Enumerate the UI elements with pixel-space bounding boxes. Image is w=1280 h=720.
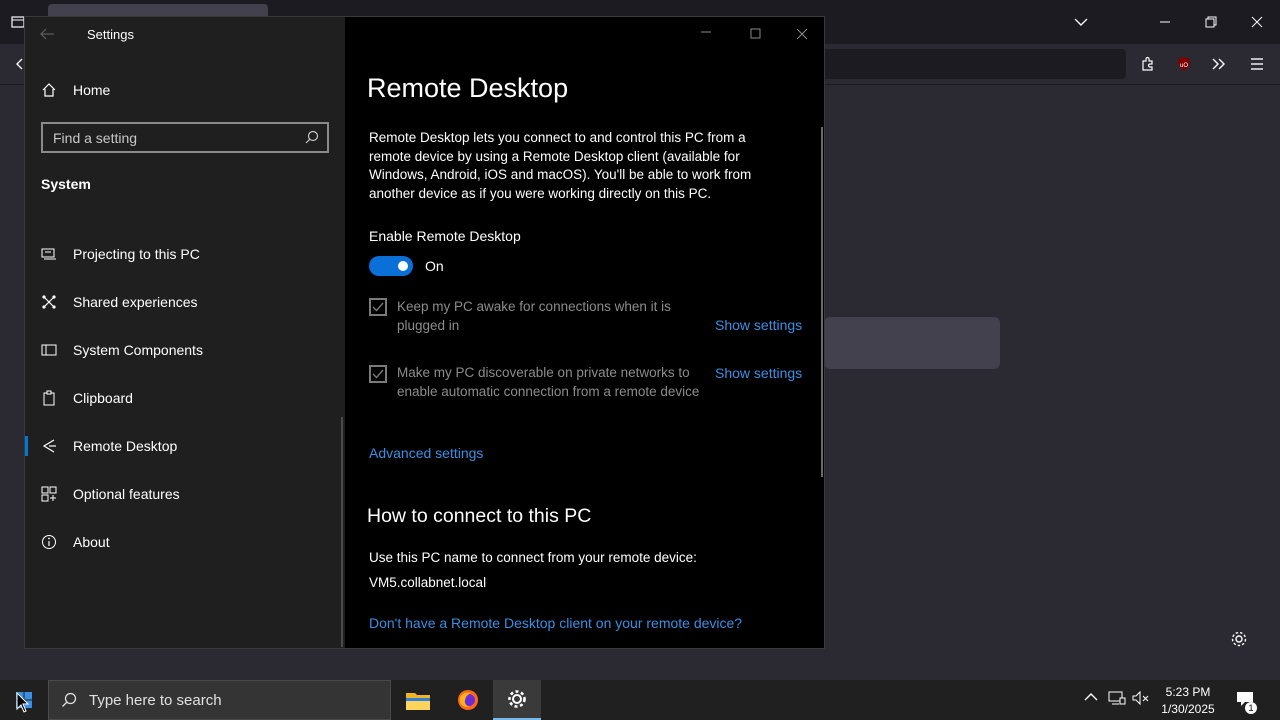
advanced-settings-link[interactable]: Advanced settings <box>369 445 483 461</box>
window-close-icon[interactable] <box>796 27 808 45</box>
clock[interactable]: 5:23 PM 1/30/2025 <box>1148 684 1228 718</box>
menu-icon[interactable] <box>1246 54 1268 74</box>
nav-system-components[interactable]: System Components <box>25 328 345 372</box>
show-settings-link-1[interactable]: Show settings <box>715 317 802 333</box>
keep-awake-checkbox[interactable] <box>369 298 387 316</box>
remote-desktop-icon <box>25 438 73 454</box>
remote-description: Remote Desktop lets you connect to and c… <box>369 130 752 201</box>
remote-desktop-pane: Remote Desktop Remote Desktop lets you c… <box>345 17 824 648</box>
nav-label: Remote Desktop <box>73 438 178 454</box>
window-maximize-icon[interactable] <box>750 27 762 45</box>
connect-heading: How to connect to this PC <box>367 505 592 527</box>
home-icon <box>25 82 73 98</box>
nav-home-label: Home <box>73 82 111 98</box>
content-scrollbar[interactable] <box>821 127 823 477</box>
clock-date: 1/30/2025 <box>1161 702 1215 716</box>
list-all-tabs-icon[interactable] <box>1070 12 1092 32</box>
enable-remote-desktop-toggle[interactable] <box>369 256 413 276</box>
search-placeholder: Find a setting <box>53 129 138 146</box>
optional-features-icon <box>25 486 73 502</box>
page-title: Remote Desktop <box>367 73 569 103</box>
get-client-link[interactable]: Don't have a Remote Desktop client on yo… <box>369 615 742 631</box>
toggle-state-label: On <box>425 258 444 274</box>
more-tools-icon[interactable] <box>1208 54 1230 74</box>
settings-window: Settings Home Find a setting System Proj… <box>24 16 825 649</box>
pc-name: VM5.collabnet.local <box>369 575 487 590</box>
restore-icon[interactable] <box>1200 12 1222 32</box>
window-minimize-icon[interactable] <box>700 25 712 43</box>
taskbar: Type here to search 5:23 PM 1/30/2025 1 <box>0 680 1280 720</box>
mouse-cursor-icon <box>16 691 30 719</box>
nav-projecting[interactable]: Projecting to this PC <box>25 232 345 276</box>
discoverable-label: Make my PC discoverable on private netwo… <box>397 365 700 399</box>
window-title: Settings <box>87 27 134 42</box>
browser-content-card <box>824 317 1000 369</box>
firefox-icon[interactable] <box>444 680 492 720</box>
find-setting-input[interactable]: Find a setting <box>41 122 329 153</box>
nav-about[interactable]: About <box>25 520 345 564</box>
search-icon <box>305 130 319 147</box>
show-hidden-icons-icon[interactable] <box>1084 690 1098 707</box>
svg-text:uO: uO <box>1180 63 1188 69</box>
clock-time: 5:23 PM <box>1165 685 1211 699</box>
nav-label: Optional features <box>73 486 180 502</box>
extensions-icon[interactable] <box>1138 54 1158 74</box>
settings-taskbar-icon[interactable] <box>493 680 541 720</box>
taskbar-search-placeholder: Type here to search <box>89 691 222 709</box>
close-icon[interactable] <box>1246 12 1268 32</box>
nav-label: About <box>73 534 110 550</box>
clipboard-icon <box>25 390 73 406</box>
shared-icon <box>25 294 73 310</box>
components-icon <box>25 342 73 358</box>
connect-instructions: Use this PC name to connect from your re… <box>369 550 697 565</box>
notification-badge: 1 <box>1245 702 1257 714</box>
nav-label: System Components <box>73 342 203 358</box>
info-icon <box>25 534 73 550</box>
url-bar[interactable] <box>820 49 1126 79</box>
nav-clipboard[interactable]: Clipboard <box>25 376 345 420</box>
projector-icon <box>25 246 73 262</box>
page-settings-gear-icon[interactable] <box>1228 628 1250 650</box>
nav-label: Shared experiences <box>73 294 198 310</box>
file-explorer-icon[interactable] <box>394 680 442 720</box>
settings-nav-pane: Settings Home Find a setting System Proj… <box>25 17 345 648</box>
taskbar-search-box[interactable]: Type here to search <box>48 680 391 720</box>
discoverable-checkbox[interactable] <box>369 365 387 383</box>
keep-awake-label: Keep my PC awake for connections when it… <box>397 299 671 333</box>
nav-label: Projecting to this PC <box>73 246 200 262</box>
back-arrow-icon[interactable] <box>39 27 55 46</box>
ublock-icon[interactable]: uO <box>1174 54 1194 74</box>
show-settings-link-2[interactable]: Show settings <box>715 365 802 381</box>
nav-shared-experiences[interactable]: Shared experiences <box>25 280 345 324</box>
search-icon <box>49 692 89 708</box>
nav-optional-features[interactable]: Optional features <box>25 472 345 516</box>
minimize-icon[interactable] <box>1154 12 1176 32</box>
section-system-label: System <box>41 176 91 192</box>
nav-home[interactable]: Home <box>25 68 345 112</box>
nav-label: Clipboard <box>73 390 133 406</box>
network-icon[interactable] <box>1108 690 1126 709</box>
enable-remote-desktop-label: Enable Remote Desktop <box>369 228 521 244</box>
nav-scrollbar[interactable] <box>341 417 343 647</box>
nav-remote-desktop[interactable]: Remote Desktop <box>25 424 345 468</box>
